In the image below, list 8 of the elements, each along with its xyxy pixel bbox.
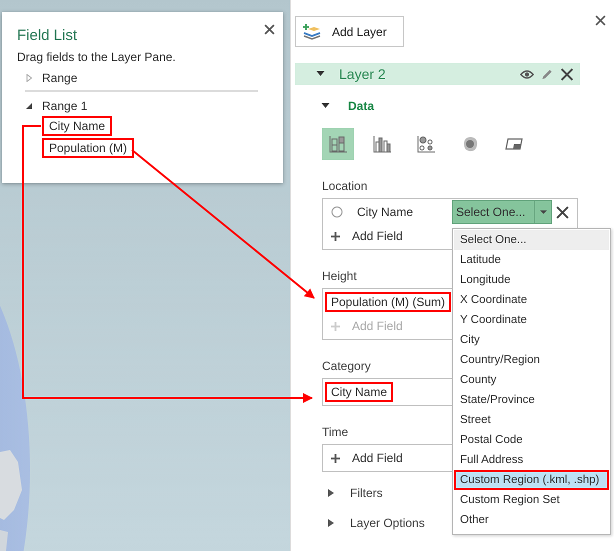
section-label: Height — [322, 269, 357, 283]
panel-title: Field List — [17, 27, 78, 44]
section-label: Time — [322, 425, 348, 439]
section-label: Location — [322, 179, 368, 193]
field-name: City Name — [356, 204, 414, 221]
layer-name: Layer 2 — [339, 66, 387, 82]
instruction-text: Drag fields to the Layer Pane. — [17, 50, 177, 64]
section-label: Category — [322, 359, 371, 373]
